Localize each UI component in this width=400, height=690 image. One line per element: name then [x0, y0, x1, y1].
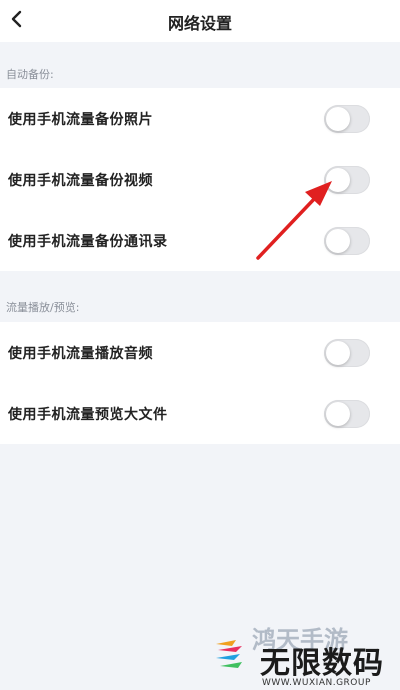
- section-title-streaming: 流量播放/预览:: [6, 301, 80, 314]
- header-bar: 网络设置: [0, 0, 400, 42]
- watermark: 鸿天手游 无限数码 WWW.WUXIAN.GROUP: [200, 620, 400, 690]
- setting-label: 使用手机流量预览大文件: [8, 406, 168, 423]
- setting-row-preview-large-files: 使用手机流量预览大文件: [0, 383, 400, 444]
- watermark-main-text: 无限数码: [260, 646, 384, 681]
- toggle-knob: [326, 401, 350, 426]
- setting-row-backup-videos: 使用手机流量备份视频: [0, 149, 400, 210]
- setting-row-play-audio: 使用手机流量播放音频: [0, 322, 400, 383]
- toggle-play-audio[interactable]: [324, 338, 370, 367]
- setting-row-backup-contacts: 使用手机流量备份通讯录: [0, 210, 400, 271]
- toggle-knob: [326, 167, 350, 192]
- toggle-knob: [326, 340, 350, 365]
- toggle-backup-contacts[interactable]: [324, 226, 370, 255]
- toggle-knob: [326, 106, 350, 131]
- watermark-logo-icon: [216, 640, 242, 668]
- auto-backup-group: 使用手机流量备份照片 使用手机流量备份视频 使用手机流量备份通讯录: [0, 88, 400, 271]
- toggle-backup-photos[interactable]: [324, 104, 370, 133]
- toggle-knob: [326, 228, 350, 253]
- watermark-url-text: WWW.WUXIAN.GROUP: [262, 678, 371, 688]
- setting-row-backup-photos: 使用手机流量备份照片: [0, 88, 400, 149]
- setting-label: 使用手机流量播放音频: [8, 345, 153, 362]
- page-title: 网络设置: [167, 14, 232, 33]
- setting-label: 使用手机流量备份通讯录: [8, 233, 168, 250]
- section-title-auto-backup: 自动备份:: [6, 68, 54, 81]
- toggle-preview-large-files[interactable]: [324, 399, 370, 428]
- streaming-group: 使用手机流量播放音频 使用手机流量预览大文件: [0, 322, 400, 444]
- setting-label: 使用手机流量备份照片: [8, 111, 153, 128]
- setting-label: 使用手机流量备份视频: [8, 172, 153, 189]
- toggle-backup-videos[interactable]: [324, 165, 370, 194]
